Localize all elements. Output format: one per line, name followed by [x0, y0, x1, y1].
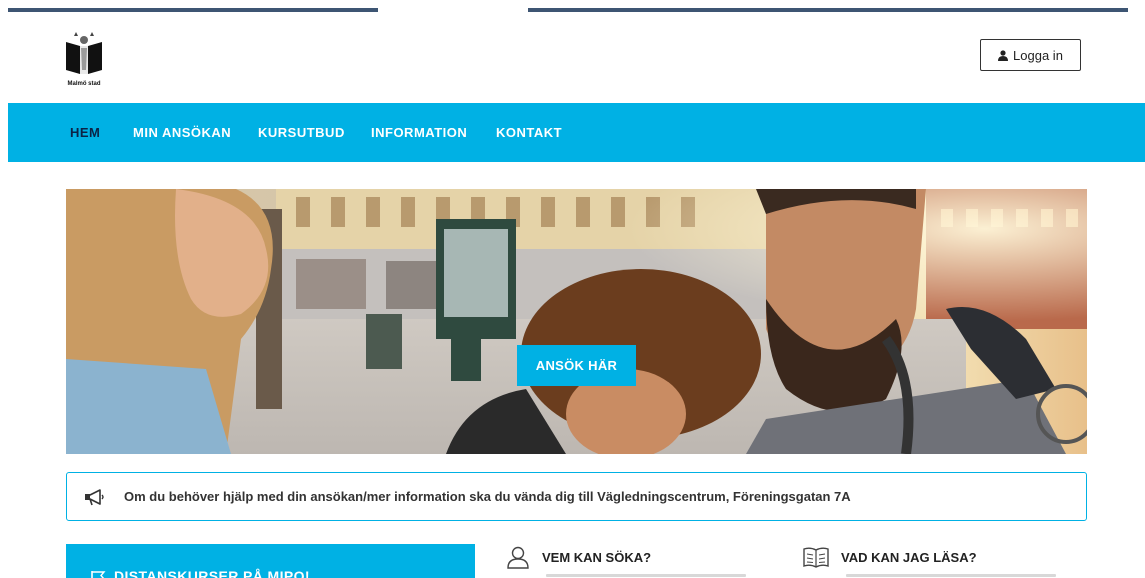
distance-courses-title: DISTANSKURSER PÅ MIPO!: [114, 568, 310, 578]
top-strip-segment: [8, 8, 378, 12]
what-can-i-study-heading[interactable]: VAD KAN JAG LÄSA?: [803, 542, 977, 572]
logo-emblem-icon: Malmö stad: [66, 32, 102, 87]
apply-button[interactable]: ANSÖK HÄR: [517, 345, 636, 386]
who-can-apply-label: VEM KAN SÖKA?: [542, 549, 652, 565]
hero-banner: [66, 189, 1087, 454]
notice-banner: Om du behöver hjälp med din ansökan/mer …: [66, 472, 1087, 521]
section-text-preview: [846, 574, 1056, 577]
logo-caption: Malmö stad: [67, 81, 100, 87]
open-book-icon: [803, 546, 829, 568]
malmo-stad-logo[interactable]: Malmö stad: [60, 30, 108, 88]
person-outline-icon: [506, 545, 530, 569]
user-icon: [998, 49, 1009, 61]
megaphone-icon: [84, 488, 106, 511]
nav-item-hem[interactable]: HEM: [70, 103, 100, 162]
what-can-i-study-label: VAD KAN JAG LÄSA?: [841, 549, 977, 565]
section-text-preview: [546, 574, 746, 577]
distance-courses-box[interactable]: DISTANSKURSER PÅ MIPO!: [66, 544, 475, 578]
site-header: Malmö stad Logga in: [0, 13, 1145, 103]
login-button[interactable]: Logga in: [980, 39, 1081, 71]
notice-text: Om du behöver hjälp med din ansökan/mer …: [124, 489, 851, 504]
hero-photo: [66, 189, 1087, 454]
nav-item-information[interactable]: INFORMATION: [371, 103, 467, 162]
top-strip: [0, 0, 1145, 13]
nav-item-min-ansokan[interactable]: MIN ANSÖKAN: [133, 103, 231, 162]
flag-icon: [90, 570, 106, 578]
nav-item-kursutbud[interactable]: KURSUTBUD: [258, 103, 345, 162]
who-can-apply-heading[interactable]: VEM KAN SÖKA?: [506, 542, 651, 572]
nav-item-kontakt[interactable]: KONTAKT: [496, 103, 562, 162]
top-strip-segment: [528, 8, 1128, 12]
main-navigation: HEM MIN ANSÖKAN KURSUTBUD INFORMATION KO…: [8, 103, 1145, 162]
login-label: Logga in: [1013, 47, 1063, 63]
